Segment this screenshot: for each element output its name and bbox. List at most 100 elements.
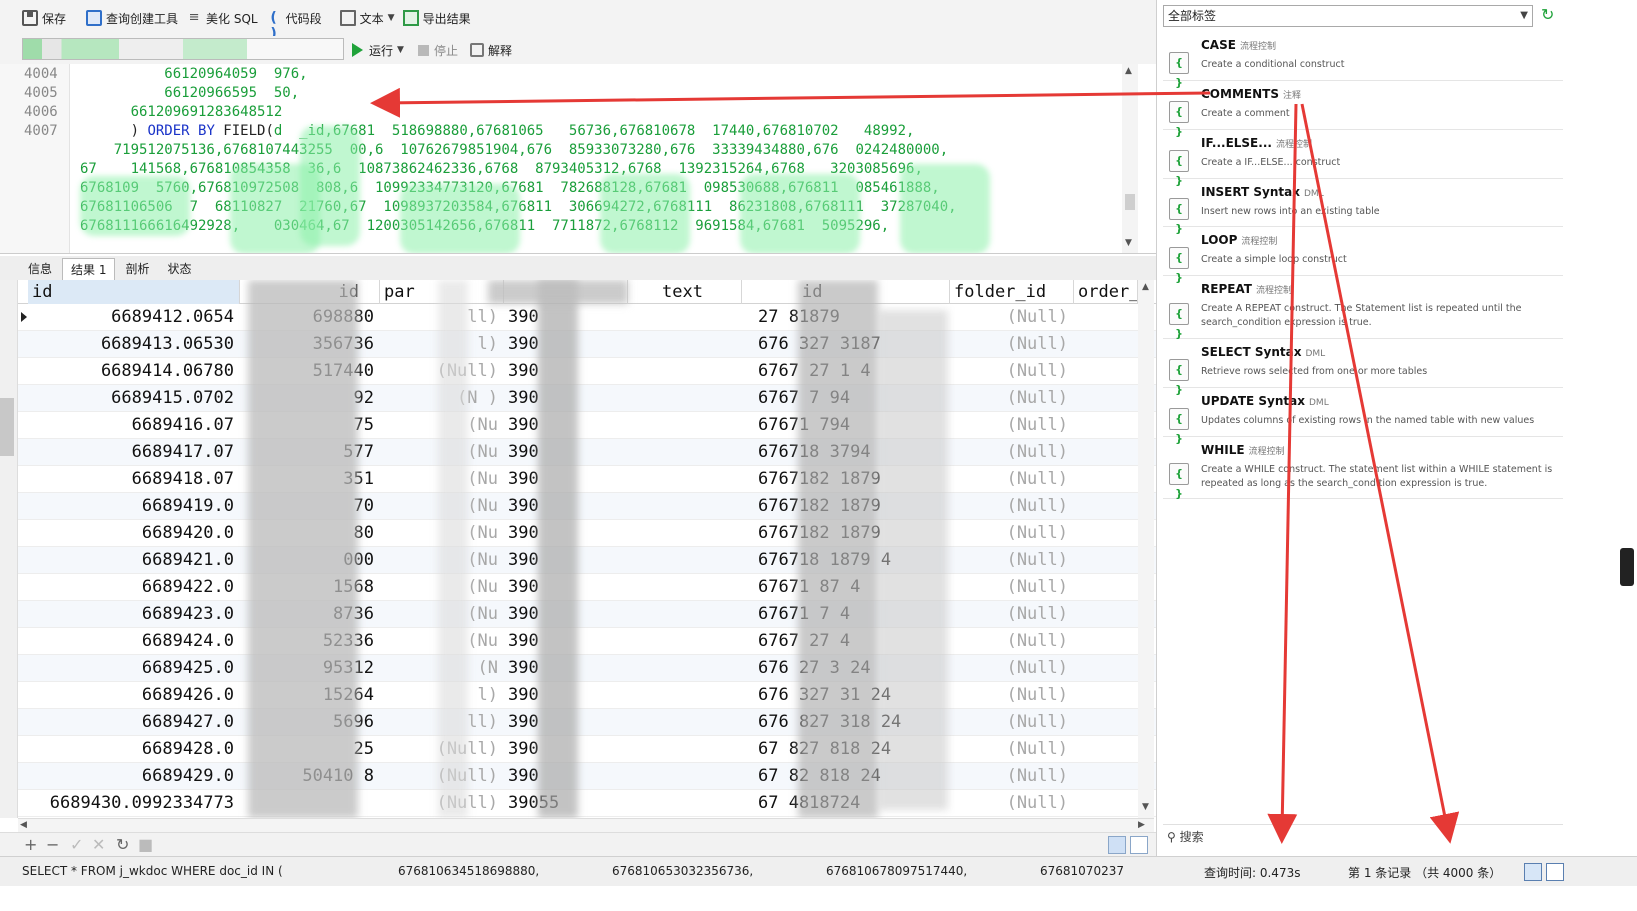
connection-select[interactable] [22,38,344,60]
table-row[interactable]: 6689415.070292(N )3906767 7 94(Null) [18,385,1178,412]
table-cell[interactable]: (Null) [950,466,1074,493]
stop-square-icon[interactable]: ■ [138,835,153,855]
table-cell[interactable]: (Null) [950,790,1074,817]
sql-editor[interactable]: 4004 4005 4006 4007 66120964059 976, 661… [0,64,1180,254]
scroll-left-icon[interactable]: ◀ [20,820,27,830]
export-results-button[interactable]: 导出结果 [402,6,471,30]
table-cell[interactable]: (Null) [950,709,1074,736]
tab-info[interactable]: 信息 [20,258,60,280]
table-cell[interactable]: (Null) [950,628,1074,655]
snippet-item[interactable]: { } UPDATE Syntax DML Updates columns of ex… [1163,388,1563,445]
table-row[interactable]: 6689429.050410 8(Null)39067 82 818 24(Nu… [18,763,1178,790]
table-row[interactable]: 6689427.05696ll)390676 827 318 24(Null) [18,709,1178,736]
scroll-up-icon[interactable]: ▲ [1125,66,1132,76]
table-row[interactable]: 6689412.0654698880ll)390 27 81879(Null) [18,304,1178,331]
table-row[interactable]: 6689418.07351(Nu3906767182 1879(Null) [18,466,1178,493]
table-row[interactable]: 6689428.025(Null)39067 827 818 24(Null) [18,736,1178,763]
refresh-icon[interactable]: ↻ [116,835,129,855]
query-builder-button[interactable]: 查询创建工具 [86,6,178,30]
explain-button[interactable]: 解释 [488,42,512,59]
grid-view-icon[interactable] [1108,836,1126,854]
table-cell[interactable]: (Null) [950,574,1074,601]
snippet-item[interactable]: { } REPEAT 流程控制 Create A REPEAT construct. … [1163,276,1563,340]
table-cell[interactable]: 6689424.0 [28,628,240,655]
table-cell[interactable]: 6689416.07 [28,412,240,439]
delete-row-icon[interactable]: − [46,835,59,855]
layout-toggle-icon[interactable] [1524,863,1542,881]
editor-scrollbar[interactable]: ▲ ▼ [1122,64,1138,253]
table-row[interactable]: 6689430.0992334773(Null)3905567 4818724(… [18,790,1178,817]
table-cell[interactable]: 6689412.0654 [28,304,240,331]
table-row[interactable]: 6689422.01568(Nu39067671 87 4(Null) [18,574,1178,601]
table-cell[interactable]: (Null) [950,520,1074,547]
grid-horizontal-scrollbar[interactable]: ◀ ▶ [18,818,1154,832]
table-cell[interactable]: (Null) [950,412,1074,439]
column-header-folder-id[interactable]: folder_id [950,280,1074,304]
table-cell[interactable]: (Null) [950,385,1074,412]
table-cell[interactable]: (Null) [950,439,1074,466]
table-row[interactable]: 6689421.0000(Nu390676718 1879 4(Null) [18,547,1178,574]
table-cell[interactable]: 6689429.0 [28,763,240,790]
table-row[interactable]: 6689426.015264l)390676 327 31 24(Null) [18,682,1178,709]
apply-icon[interactable]: ✓ [70,835,83,855]
tab-profile[interactable]: 剖析 [117,258,157,280]
snippet-item[interactable]: { } CASE 流程控制 Create a conditional construc… [1163,32,1563,89]
result-grid[interactable]: id id par text id folder_id order_ 66894… [18,280,1178,818]
beautify-sql-button[interactable]: ≡ 美化 SQL [186,6,258,30]
table-cell[interactable]: (Null) [950,331,1074,358]
table-cell[interactable]: (Null) [950,736,1074,763]
table-row[interactable]: 6689420.080(Nu3906767182 1879(Null) [18,520,1178,547]
table-row[interactable]: 6689424.052336(Nu3906767 27 4(Null) [18,628,1178,655]
table-cell[interactable]: (Null) [950,493,1074,520]
refresh-snippets-icon[interactable]: ↻ [1541,6,1554,24]
scroll-down-icon[interactable]: ▼ [1142,802,1149,812]
table-row[interactable]: 6689425.095312(N390676 27 3 24(Null) [18,655,1178,682]
code-snippet-button[interactable]: ( ) 代码段 [266,6,321,42]
table-cell[interactable]: 6689418.07 [28,466,240,493]
table-cell[interactable]: 6689413.06530 [28,331,240,358]
column-header-text[interactable]: text [628,280,742,304]
table-cell[interactable]: 6689430.0992334773 [28,790,240,817]
table-row[interactable]: 6689416.0775(Nu39067671 794(Null) [18,412,1178,439]
table-cell[interactable]: (Null) [950,304,1074,331]
table-cell[interactable]: 6689419.0 [28,493,240,520]
save-button[interactable]: 保存 [22,6,66,30]
discard-icon[interactable]: ✕ [92,835,105,855]
table-cell[interactable]: (Null) [950,358,1074,385]
tab-result-1[interactable]: 结果 1 [62,258,116,280]
panel-collapse-handle[interactable] [1620,548,1634,586]
snippet-search[interactable]: ⚲ 搜索 [1163,824,1563,848]
snippet-item[interactable]: { } COMMENTS 注释 Create a comment [1163,81,1563,138]
table-row[interactable]: 6689413.06530356736l)390676 327 3187(Nul… [18,331,1178,358]
form-view-icon[interactable] [1130,836,1148,854]
column-header-id[interactable]: id [28,280,240,304]
table-cell[interactable]: 6689428.0 [28,736,240,763]
scroll-thumb[interactable] [1125,194,1135,210]
snippet-item[interactable]: { } IF...ELSE... 流程控制 Create a IF...ELSE...… [1163,130,1563,187]
stop-button[interactable]: 停止 [434,42,458,59]
table-cell[interactable]: 6689421.0 [28,547,240,574]
table-cell[interactable]: (Null) [950,682,1074,709]
table-cell[interactable]: 6689422.0 [28,574,240,601]
tab-status[interactable]: 状态 [159,258,199,280]
table-cell[interactable]: 6689414.06780 [28,358,240,385]
tag-filter-select[interactable]: 全部标签 ▼ [1163,5,1533,27]
table-cell[interactable]: 6689420.0 [28,520,240,547]
scroll-right-icon[interactable]: ▶ [1138,820,1145,830]
panel-grip[interactable] [0,398,14,456]
run-dropdown-icon[interactable]: ▼ [397,45,404,55]
table-row[interactable]: 6689419.070(Nu3906767182 1879(Null) [18,493,1178,520]
table-cell[interactable]: 6689415.0702 [28,385,240,412]
table-cell[interactable]: (Null) [950,655,1074,682]
snippet-item[interactable]: { } LOOP 流程控制 Create a simple loop construc… [1163,227,1563,284]
table-cell[interactable]: 6689425.0 [28,655,240,682]
table-cell[interactable]: 6689417.07 [28,439,240,466]
table-row[interactable]: 6689417.07577(Nu390676718 3794(Null) [18,439,1178,466]
table-row[interactable]: 6689423.08736(Nu39067671 7 4(Null) [18,601,1178,628]
grid-vertical-scrollbar[interactable]: ▲ ▼ [1138,280,1154,818]
scroll-up-icon[interactable]: ▲ [1142,282,1149,292]
table-cell[interactable]: (Null) [950,763,1074,790]
text-menu-button[interactable]: 文本 ▼ [339,6,395,30]
table-cell[interactable]: 6689427.0 [28,709,240,736]
table-cell[interactable]: (Null) [950,547,1074,574]
